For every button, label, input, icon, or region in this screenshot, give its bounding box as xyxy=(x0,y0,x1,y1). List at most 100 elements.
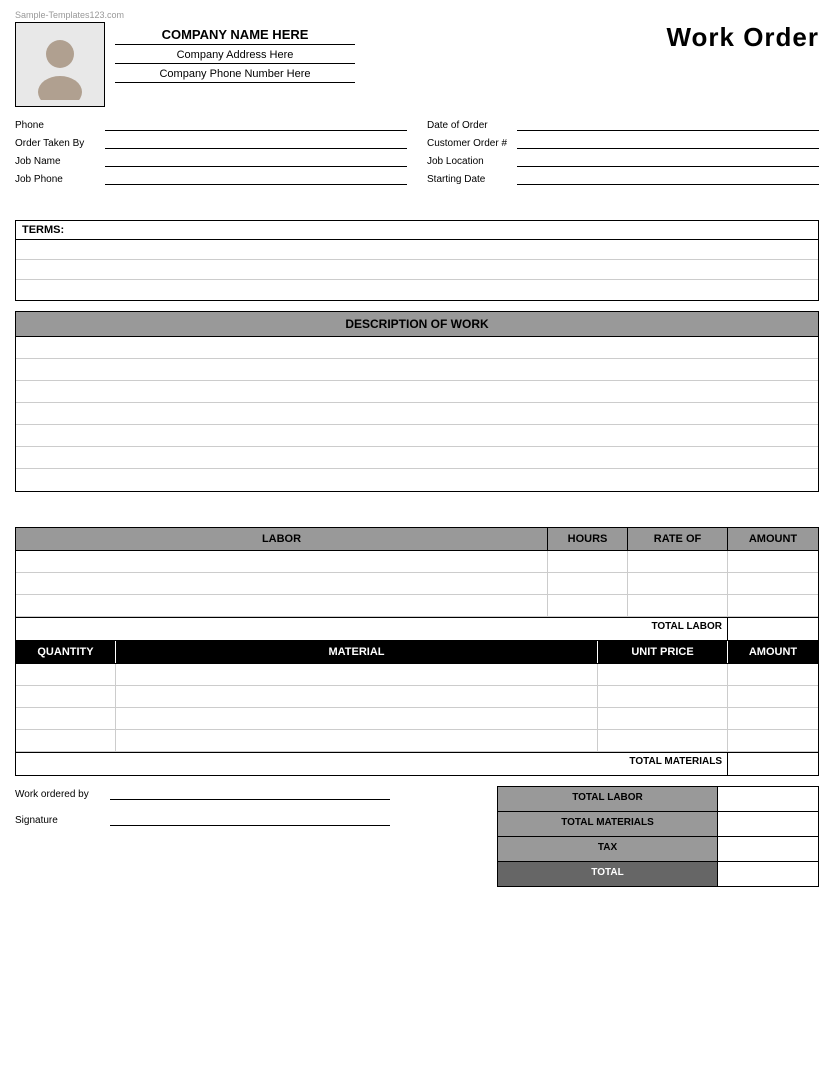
form-row-order-taken-by: Order Taken By xyxy=(15,135,407,149)
phone-input[interactable] xyxy=(105,117,407,131)
material-total-value[interactable] xyxy=(728,753,818,775)
form-right: Date of Order Customer Order # Job Locat… xyxy=(427,117,819,185)
material-data-row-2[interactable] xyxy=(16,686,818,708)
material-cell-1-4[interactable] xyxy=(728,664,818,685)
labor-cell-2-4[interactable] xyxy=(728,573,818,594)
job-name-label: Job Name xyxy=(15,156,100,167)
labor-section: LABOR HOURS RATE OF AMOUNT TOTAL LABOR Q… xyxy=(15,527,819,776)
starting-date-input[interactable] xyxy=(517,171,819,185)
desc-row-2[interactable] xyxy=(16,359,818,381)
material-cell-4-2[interactable] xyxy=(116,730,598,751)
material-cell-1-3[interactable] xyxy=(598,664,728,685)
desc-row-5[interactable] xyxy=(16,425,818,447)
form-row-starting-date: Starting Date xyxy=(427,171,819,185)
material-cell-3-1[interactable] xyxy=(16,708,116,729)
form-row-job-name: Job Name xyxy=(15,153,407,167)
material-cell-4-3[interactable] xyxy=(598,730,728,751)
material-cell-2-3[interactable] xyxy=(598,686,728,707)
labor-cell-2-2[interactable] xyxy=(548,573,628,594)
labor-cell-1-1[interactable] xyxy=(16,551,548,572)
labor-cell-1-3[interactable] xyxy=(628,551,728,572)
date-of-order-input[interactable] xyxy=(517,117,819,131)
form-row-customer-order: Customer Order # xyxy=(427,135,819,149)
job-location-label: Job Location xyxy=(427,156,512,167)
material-cell-1-2[interactable] xyxy=(116,664,598,685)
job-location-input[interactable] xyxy=(517,153,819,167)
material-cell-2-1[interactable] xyxy=(16,686,116,707)
date-of-order-label: Date of Order xyxy=(427,120,512,131)
labor-cell-2-3[interactable] xyxy=(628,573,728,594)
totals-value-labor[interactable] xyxy=(718,787,818,811)
labor-cell-3-4[interactable] xyxy=(728,595,818,616)
desc-row-7[interactable] xyxy=(16,469,818,491)
order-taken-by-input[interactable] xyxy=(105,135,407,149)
labor-cell-3-2[interactable] xyxy=(548,595,628,616)
labor-data-row-1[interactable] xyxy=(16,551,818,573)
starting-date-label: Starting Date xyxy=(427,174,512,185)
work-ordered-input[interactable] xyxy=(110,786,390,800)
material-cell-2-4[interactable] xyxy=(728,686,818,707)
company-address: Company Address Here xyxy=(115,49,355,64)
material-cell-4-4[interactable] xyxy=(728,730,818,751)
form-row-phone: Phone xyxy=(15,117,407,131)
desc-row-3[interactable] xyxy=(16,381,818,403)
avatar-box xyxy=(15,22,105,107)
terms-row-2[interactable] xyxy=(16,260,818,280)
labor-total-value[interactable] xyxy=(728,618,818,640)
company-info: COMPANY NAME HERE Company Address Here C… xyxy=(115,22,355,87)
totals-row-total: TOTAL xyxy=(498,862,818,886)
labor-cell-3-3[interactable] xyxy=(628,595,728,616)
desc-row-6[interactable] xyxy=(16,447,818,469)
material-cell-3-4[interactable] xyxy=(728,708,818,729)
labor-col-hours: HOURS xyxy=(548,528,628,550)
material-cell-4-1[interactable] xyxy=(16,730,116,751)
signature-label: Signature xyxy=(15,815,105,826)
labor-cell-3-1[interactable] xyxy=(16,595,548,616)
totals-value-tax[interactable] xyxy=(718,837,818,861)
desc-row-4[interactable] xyxy=(16,403,818,425)
totals-table: TOTAL LABOR TOTAL MATERIALS TAX TOTAL xyxy=(497,786,819,887)
totals-value-materials[interactable] xyxy=(718,812,818,836)
material-data-row-4[interactable] xyxy=(16,730,818,752)
signature-row: Signature xyxy=(15,812,477,826)
desc-row-1[interactable] xyxy=(16,337,818,359)
labor-col-rate: RATE OF xyxy=(628,528,728,550)
work-ordered-label: Work ordered by xyxy=(15,789,105,800)
labor-cell-1-2[interactable] xyxy=(548,551,628,572)
labor-col-amount: AMOUNT xyxy=(728,528,818,550)
totals-value-total[interactable] xyxy=(718,862,818,886)
form-section: Phone Order Taken By Job Name Job Phone … xyxy=(15,117,819,185)
terms-row-1[interactable] xyxy=(16,240,818,260)
material-cell-3-3[interactable] xyxy=(598,708,728,729)
material-data-row-1[interactable] xyxy=(16,664,818,686)
terms-section: TERMS: xyxy=(15,220,819,301)
material-cell-3-2[interactable] xyxy=(116,708,598,729)
material-total-row: TOTAL MATERIALS xyxy=(16,752,818,775)
form-row-job-phone: Job Phone xyxy=(15,171,407,185)
company-name: COMPANY NAME HERE xyxy=(115,27,355,45)
customer-order-label: Customer Order # xyxy=(427,138,512,149)
labor-cell-2-1[interactable] xyxy=(16,573,548,594)
totals-row-tax: TAX xyxy=(498,837,818,862)
material-data-row-3[interactable] xyxy=(16,708,818,730)
labor-total-label: TOTAL LABOR xyxy=(16,618,728,640)
customer-order-input[interactable] xyxy=(517,135,819,149)
labor-data-row-3[interactable] xyxy=(16,595,818,617)
labor-total-row: TOTAL LABOR xyxy=(16,617,818,641)
signature-area: Work ordered by Signature xyxy=(15,786,497,838)
signature-input[interactable] xyxy=(110,812,390,826)
totals-label-tax: TAX xyxy=(498,837,718,861)
watermark: Sample-Templates123.com xyxy=(15,10,819,20)
job-phone-input[interactable] xyxy=(105,171,407,185)
summary-section: Work ordered by Signature TOTAL LABOR TO… xyxy=(15,786,819,887)
labor-data-row-2[interactable] xyxy=(16,573,818,595)
job-name-input[interactable] xyxy=(105,153,407,167)
material-cell-2-2[interactable] xyxy=(116,686,598,707)
description-header: DESCRIPTION OF WORK xyxy=(16,312,818,337)
terms-row-3[interactable] xyxy=(16,280,818,300)
material-cell-1-1[interactable] xyxy=(16,664,116,685)
totals-row-labor: TOTAL LABOR xyxy=(498,787,818,812)
totals-label-materials: TOTAL MATERIALS xyxy=(498,812,718,836)
company-phone: Company Phone Number Here xyxy=(115,68,355,83)
labor-cell-1-4[interactable] xyxy=(728,551,818,572)
